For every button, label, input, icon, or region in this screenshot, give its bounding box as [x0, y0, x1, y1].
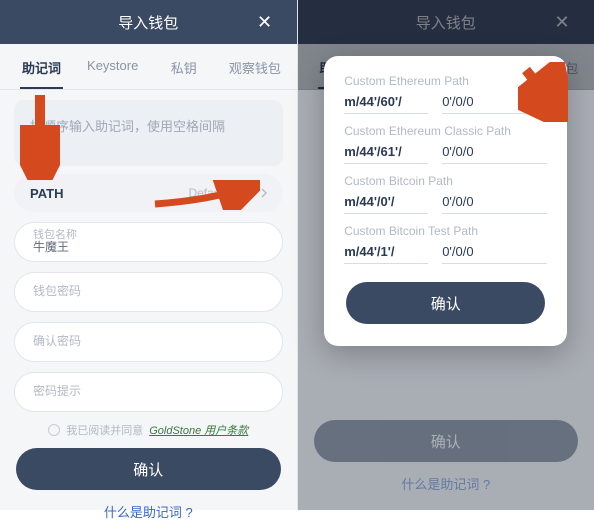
path-suffix-input[interactable]: 0'/0/0: [442, 194, 547, 214]
modal-confirm-button[interactable]: 确认: [346, 282, 545, 324]
tab-mnemonic[interactable]: 助记词: [6, 44, 77, 89]
terms-link[interactable]: GoldStone 用户条款: [149, 422, 248, 438]
password-hint-label: 密码提示: [33, 385, 264, 398]
password-hint-field[interactable]: 密码提示: [14, 372, 283, 412]
wallet-password-label: 钱包密码: [33, 285, 264, 298]
path-group-eth: Custom Ethereum Path m/44'/60'/ 0'/0/0: [344, 74, 547, 114]
agree-row[interactable]: 我已阅读并同意 GoldStone 用户条款: [14, 422, 283, 438]
confirm-button[interactable]: 确认: [16, 448, 281, 490]
path-suffix-input[interactable]: 0'/0/0: [442, 244, 547, 264]
path-group-label: Custom Ethereum Classic Path: [344, 124, 547, 138]
tab-private-key[interactable]: 私钥: [148, 44, 219, 89]
path-group-etc: Custom Ethereum Classic Path m/44'/61'/ …: [344, 124, 547, 164]
agree-text: 我已阅读并同意: [66, 422, 143, 438]
confirm-password-field[interactable]: 确认密码: [14, 322, 283, 362]
path-value: Default Path: [188, 186, 254, 200]
wallet-name-value: 牛魔王: [33, 241, 264, 254]
close-icon[interactable]: ✕: [243, 0, 287, 44]
topbar: 导入钱包 ✕: [0, 0, 297, 44]
path-suffix-input[interactable]: 0'/0/0: [442, 144, 547, 164]
path-group-btc-test: Custom Bitcoin Test Path m/44'/1'/ 0'/0/…: [344, 224, 547, 264]
path-prefix-input[interactable]: m/44'/0'/: [344, 194, 428, 214]
path-prefix-input[interactable]: m/44'/61'/: [344, 144, 428, 164]
path-group-label: Custom Bitcoin Test Path: [344, 224, 547, 238]
mnemonic-input[interactable]: 按顺序输入助记词，使用空格间隔: [14, 100, 283, 166]
path-modal: Custom Ethereum Path m/44'/60'/ 0'/0/0 C…: [324, 56, 567, 346]
path-group-btc: Custom Bitcoin Path m/44'/0'/ 0'/0/0: [344, 174, 547, 214]
path-group-label: Custom Ethereum Path: [344, 74, 547, 88]
tab-watch[interactable]: 观察钱包: [219, 44, 290, 89]
path-prefix-input[interactable]: m/44'/1'/: [344, 244, 428, 264]
body-left: 按顺序输入助记词，使用空格间隔 PATH Default Path 钱包名称 牛…: [0, 90, 297, 527]
path-suffix-input[interactable]: 0'/0/0: [442, 94, 547, 114]
right-screen: 导入钱包 ✕ 助记词 Keystore 私钥 观察钱包 确认 什么是助记词 Cu…: [297, 0, 594, 510]
tab-keystore[interactable]: Keystore: [77, 44, 148, 89]
path-group-label: Custom Bitcoin Path: [344, 174, 547, 188]
chevron-right-icon: [261, 188, 267, 198]
checkbox-icon[interactable]: [48, 424, 60, 436]
wallet-password-field[interactable]: 钱包密码: [14, 272, 283, 312]
left-screen: 导入钱包 ✕ 助记词 Keystore 私钥 观察钱包 按顺序输入助记词，使用空…: [0, 0, 297, 510]
tab-bar: 助记词 Keystore 私钥 观察钱包: [0, 44, 297, 90]
wallet-name-field[interactable]: 钱包名称 牛魔王: [14, 222, 283, 262]
path-label: PATH: [30, 186, 63, 201]
help-link[interactable]: 什么是助记词: [14, 490, 283, 527]
modal-backdrop[interactable]: Custom Ethereum Path m/44'/60'/ 0'/0/0 C…: [298, 0, 594, 510]
path-prefix-input[interactable]: m/44'/60'/: [344, 94, 428, 114]
confirm-password-label: 确认密码: [33, 335, 264, 348]
path-selector[interactable]: PATH Default Path: [14, 174, 283, 212]
page-title: 导入钱包: [118, 12, 178, 33]
